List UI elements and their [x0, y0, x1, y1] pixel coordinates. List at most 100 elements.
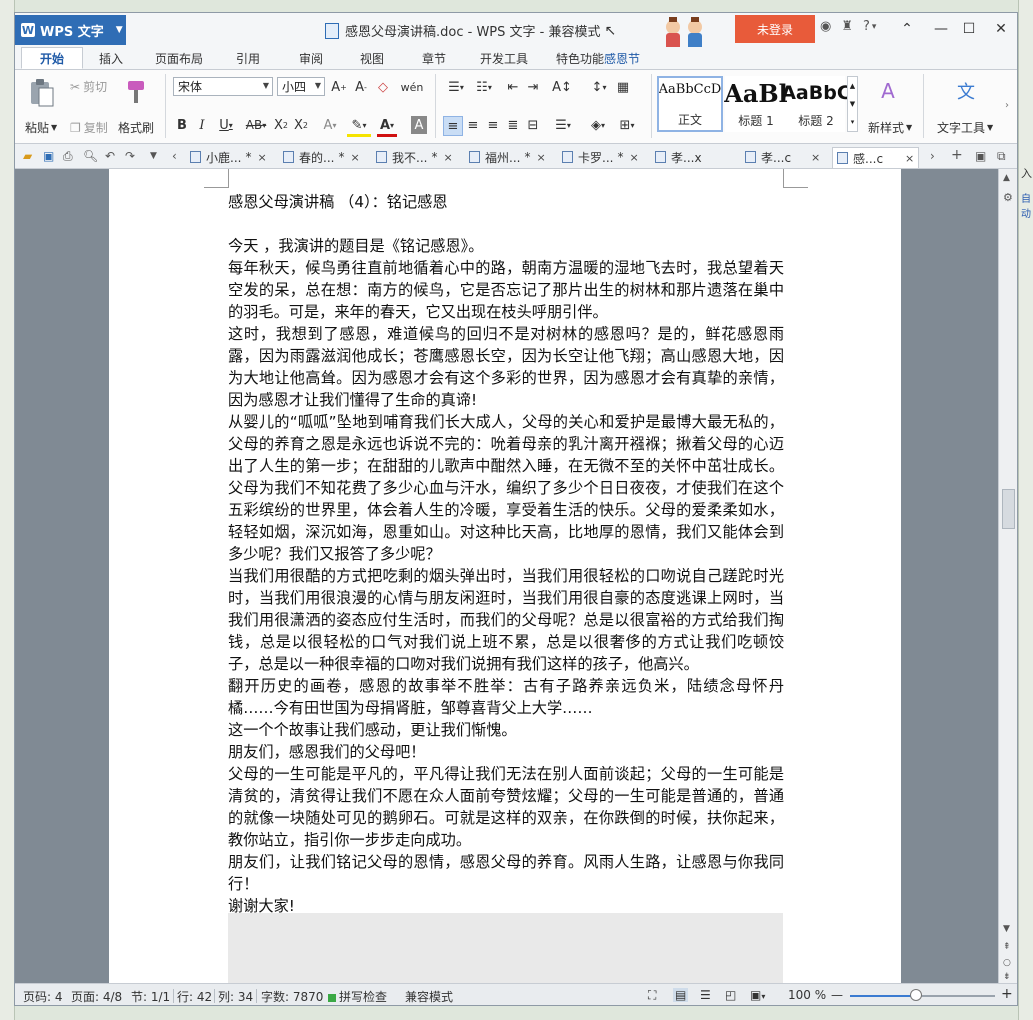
zoom-slider[interactable]	[850, 995, 995, 997]
doc-tab[interactable]: 春的... * ×	[283, 147, 360, 167]
doc-tab[interactable]: 孝...c ×	[745, 147, 820, 167]
full-screen-icon[interactable]: ⛶	[648, 988, 656, 1003]
next-page-icon[interactable]: ⇟	[1003, 972, 1011, 982]
open-icon[interactable]: ▰	[23, 149, 32, 163]
shrink-font-icon[interactable]: A-	[353, 78, 369, 96]
tab-references[interactable]: 引用	[236, 50, 260, 67]
font-size-select[interactable]: 小四 ▼	[277, 77, 325, 96]
tab-review[interactable]: 审阅	[299, 50, 323, 67]
document-body[interactable]: 感恩父母演讲稿 （4）：铭记感恩 今天 ，我演讲的题目是《铭记感恩》。 每年秋天…	[228, 191, 784, 917]
doc-tab[interactable]: 福州... * ×	[469, 147, 546, 167]
wps-app-menu-button[interactable]: W WPS 文字 ▼	[15, 15, 126, 45]
numbered-list-icon[interactable]: ☷ ▾	[471, 78, 497, 96]
status-section[interactable]: 节: 1/1	[131, 988, 170, 1005]
style-normal[interactable]: AaBbCcD 正文	[657, 76, 723, 132]
doc-tab-active[interactable]: 感...c ×	[832, 147, 920, 168]
text-direction-icon[interactable]: A↕	[549, 78, 575, 96]
chevron-down-icon[interactable]: ▼	[850, 100, 855, 108]
doc-tab[interactable]: 我不... * ×	[376, 147, 453, 167]
close-icon[interactable]: ×	[257, 151, 266, 164]
page-settings-icon[interactable]: ⚙	[1003, 191, 1013, 204]
page-view-icon[interactable]: ▤	[673, 988, 689, 1002]
close-icon[interactable]: ×	[536, 151, 545, 164]
spell-check-button[interactable]: 拼写检查	[328, 988, 387, 1005]
doc-tab[interactable]: 孝...x	[655, 147, 708, 167]
font-name-select[interactable]: 宋体 ▼	[173, 77, 273, 96]
reading-view-icon[interactable]: ▣▾	[750, 988, 765, 1002]
vertical-scrollbar[interactable]: ▲ ⚙ ▼ ⇞ ○ ⇟	[998, 169, 1018, 983]
tab-features[interactable]: 特色功能	[556, 50, 604, 67]
new-style-icon[interactable]: A	[875, 78, 901, 104]
outline-view-icon[interactable]: ☰	[700, 988, 711, 1002]
tab-insert[interactable]: 插入	[99, 50, 123, 67]
chevron-right-icon[interactable]: ›	[930, 149, 935, 163]
status-row[interactable]: 行: 42	[177, 988, 212, 1005]
chevron-up-icon[interactable]: ▲	[850, 82, 855, 90]
new-tab-icon[interactable]: +	[951, 147, 963, 163]
tab-chapter[interactable]: 章节	[422, 50, 446, 67]
strikethrough-icon[interactable]: AB ▾	[243, 116, 269, 134]
line-spacing-icon[interactable]: ☰ ▾	[551, 116, 575, 134]
increase-indent-icon[interactable]: ⇥	[525, 78, 541, 96]
ribbon-scroll-right-icon[interactable]: ›	[1005, 100, 1009, 111]
justify-icon[interactable]: ≣	[505, 116, 521, 134]
status-column[interactable]: 列: 34	[218, 988, 253, 1005]
grow-font-icon[interactable]: A +	[331, 78, 347, 96]
status-word-count[interactable]: 字数: 7870	[261, 988, 323, 1005]
scroll-up-icon[interactable]: ▲	[1003, 173, 1010, 183]
text-effect-icon[interactable]: A ▾	[319, 116, 341, 134]
close-icon[interactable]: ×	[811, 151, 820, 164]
scroll-down-icon[interactable]: ▼	[1003, 924, 1010, 934]
shirt-icon[interactable]: ♜	[841, 19, 853, 34]
print-icon[interactable]: ⎙	[63, 149, 73, 164]
status-pages[interactable]: 页面: 4/8	[71, 988, 122, 1005]
help-icon[interactable]: ?	[863, 19, 870, 34]
tab-view[interactable]: 视图	[360, 50, 384, 67]
prev-page-icon[interactable]: ⇞	[1003, 942, 1011, 952]
new-style-button[interactable]: 新样式 ▼	[868, 119, 912, 136]
select-browse-icon[interactable]: ○	[1003, 958, 1011, 968]
sort-icon[interactable]: ↕ ▾	[589, 78, 609, 96]
font-color-icon[interactable]: A ▾	[377, 116, 397, 137]
style-heading-2[interactable]: AaBbC 标题 2	[781, 76, 851, 132]
bold-icon[interactable]: B	[175, 116, 189, 134]
align-right-icon[interactable]: ≡	[485, 116, 501, 134]
tab-list-icon[interactable]: ▣	[975, 149, 986, 163]
zoom-out-icon[interactable]: —	[831, 988, 843, 1002]
tab-home[interactable]: 开始	[21, 47, 84, 69]
minimize-button[interactable]: —	[927, 17, 955, 41]
subscript-icon[interactable]: X2	[293, 116, 309, 134]
doc-tab[interactable]: 小鹿... * ×	[190, 147, 267, 167]
italic-icon[interactable]: I	[195, 116, 209, 134]
paste-button[interactable]: 粘贴 ▼	[25, 119, 57, 136]
cut-button[interactable]: ✂ 剪切	[70, 78, 107, 95]
close-icon[interactable]: ×	[629, 151, 638, 164]
zoom-slider-handle[interactable]	[910, 989, 922, 1001]
superscript-icon[interactable]: X2	[273, 116, 289, 134]
tab-developer[interactable]: 开发工具	[480, 50, 528, 67]
table-borders-icon[interactable]: ▦	[615, 78, 631, 96]
close-icon[interactable]: ×	[905, 152, 914, 165]
chevron-down-icon[interactable]: ▼	[150, 151, 157, 161]
shading-icon[interactable]: ◈ ▾	[585, 116, 611, 134]
scrollbar-thumb[interactable]	[1002, 489, 1015, 529]
text-tools-button[interactable]: 文字工具 ▼	[937, 119, 993, 136]
text-tools-icon[interactable]: 文	[953, 78, 979, 104]
highlight-icon[interactable]: ✎ ▾	[347, 116, 371, 137]
login-button[interactable]: 未登录	[735, 15, 815, 43]
more-icon[interactable]: ▾	[851, 118, 855, 126]
side-panel-strip[interactable]	[1017, 557, 1018, 657]
window-mode-icon[interactable]: ⧉	[997, 149, 1006, 164]
format-painter-button[interactable]: 格式刷	[118, 119, 154, 136]
web-view-icon[interactable]: ◰	[725, 988, 736, 1002]
align-left-icon[interactable]: ≡	[443, 116, 463, 136]
doc-tab[interactable]: 卡罗... * ×	[562, 147, 639, 167]
close-icon[interactable]: ×	[443, 151, 452, 164]
zoom-in-icon[interactable]: +	[1001, 986, 1013, 1002]
skin-icon[interactable]: ◉	[820, 19, 831, 34]
save-icon[interactable]: ▣	[43, 149, 54, 163]
undo-icon[interactable]: ↶	[105, 149, 115, 163]
close-icon[interactable]: ×	[350, 151, 359, 164]
clear-format-icon[interactable]: ◇	[375, 78, 391, 96]
chevron-down-icon[interactable]: ▾	[872, 19, 877, 34]
